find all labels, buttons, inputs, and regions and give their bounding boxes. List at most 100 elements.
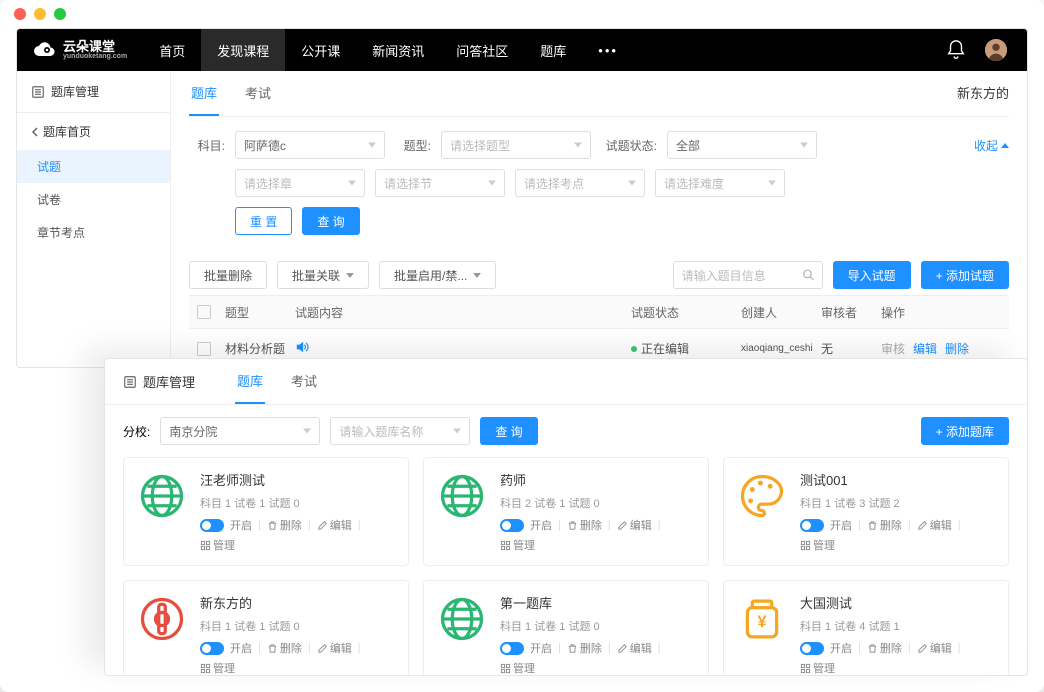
action-edit[interactable]: 编辑 bbox=[913, 340, 937, 357]
nav-news[interactable]: 新闻资讯 bbox=[356, 29, 440, 71]
card-meta: 科目 2 试卷 1 试题 0 bbox=[500, 495, 696, 511]
card-meta: 科目 1 试卷 1 试题 0 bbox=[200, 495, 396, 511]
app2-tab-exam[interactable]: 考试 bbox=[289, 359, 319, 404]
op-open[interactable]: 开启 bbox=[530, 517, 552, 533]
nav-home[interactable]: 首页 bbox=[143, 29, 201, 71]
search-input[interactable]: 请输入题目信息 bbox=[673, 261, 823, 289]
sidebar-back-label: 题库首页 bbox=[43, 123, 91, 140]
nav-more-icon[interactable]: ••• bbox=[582, 43, 634, 58]
op-open[interactable]: 开启 bbox=[830, 640, 852, 656]
branch-select[interactable]: 南京分院 bbox=[160, 417, 320, 445]
main-panel: 题库 考试 新东方的 科目: 阿萨德c 题型: 请选择题型 试题状态: 全部 收… bbox=[171, 71, 1027, 367]
nav-qa-community[interactable]: 问答社区 bbox=[440, 29, 524, 71]
op-edit[interactable]: 编辑 bbox=[917, 640, 952, 656]
type-select[interactable]: 请选择题型 bbox=[441, 131, 591, 159]
import-button[interactable]: 导入试题 bbox=[833, 261, 911, 289]
card-meta: 科目 1 试卷 4 试题 1 bbox=[800, 618, 996, 634]
op-manage[interactable]: 管理 bbox=[200, 660, 235, 676]
batch-link-button[interactable]: 批量关联 bbox=[277, 261, 369, 289]
row-creator: xiaoqiang_ceshi bbox=[741, 343, 821, 354]
bank-card[interactable]: 汪老师测试 科目 1 试卷 1 试题 0 开启| 删除| 编辑| 管理 bbox=[123, 457, 409, 566]
status-select[interactable]: 全部 bbox=[667, 131, 817, 159]
nav-question-bank[interactable]: 题库 bbox=[524, 29, 582, 71]
avatar[interactable] bbox=[985, 39, 1007, 61]
op-delete[interactable]: 删除 bbox=[267, 640, 302, 656]
bank-card[interactable]: 大国测试 科目 1 试卷 4 试题 1 开启| 删除| 编辑| 管理 bbox=[723, 580, 1009, 676]
maximize-icon[interactable] bbox=[54, 8, 66, 20]
row-type: 材料分析题 bbox=[225, 340, 295, 357]
nav-discover-courses[interactable]: 发现课程 bbox=[201, 29, 285, 71]
subject-select[interactable]: 阿萨德c bbox=[235, 131, 385, 159]
op-open[interactable]: 开启 bbox=[230, 517, 252, 533]
op-edit[interactable]: 编辑 bbox=[317, 517, 352, 533]
op-manage[interactable]: 管理 bbox=[800, 537, 835, 553]
logo[interactable]: 云朵课堂yunduoketang.com bbox=[17, 38, 143, 62]
toggle-switch[interactable] bbox=[800, 642, 824, 655]
op-open[interactable]: 开启 bbox=[230, 640, 252, 656]
sidebar-item-chapters[interactable]: 章节考点 bbox=[17, 216, 170, 249]
row-checkbox[interactable] bbox=[197, 342, 211, 356]
op-open[interactable]: 开启 bbox=[830, 517, 852, 533]
nav-open-courses[interactable]: 公开课 bbox=[285, 29, 356, 71]
close-icon[interactable] bbox=[14, 8, 26, 20]
batch-toggle-button[interactable]: 批量启用/禁... bbox=[379, 261, 496, 289]
tab-exam[interactable]: 考试 bbox=[243, 71, 273, 116]
sound-icon bbox=[295, 340, 309, 354]
difficulty-select[interactable]: 请选择难度 bbox=[655, 169, 785, 197]
tab-bank[interactable]: 题库 bbox=[189, 71, 219, 116]
add-bank-button[interactable]: + 添加题库 bbox=[921, 417, 1009, 445]
chapter-select[interactable]: 请选择章 bbox=[235, 169, 365, 197]
collapse-link[interactable]: 收起 bbox=[974, 137, 1009, 154]
bank-name-input[interactable]: 请输入题库名称 bbox=[330, 417, 470, 445]
toggle-switch[interactable] bbox=[800, 519, 824, 532]
op-edit[interactable]: 编辑 bbox=[617, 640, 652, 656]
op-manage[interactable]: 管理 bbox=[200, 537, 235, 553]
action-review[interactable]: 审核 bbox=[881, 340, 905, 357]
sidebar-back[interactable]: 题库首页 bbox=[17, 113, 170, 150]
section-select[interactable]: 请选择节 bbox=[375, 169, 505, 197]
app2-tab-bank[interactable]: 题库 bbox=[235, 359, 265, 404]
op-delete[interactable]: 删除 bbox=[267, 517, 302, 533]
op-delete[interactable]: 删除 bbox=[567, 640, 602, 656]
action-delete[interactable]: 删除 bbox=[945, 340, 969, 357]
select-all-checkbox[interactable] bbox=[197, 305, 211, 319]
bell-icon[interactable] bbox=[945, 39, 967, 61]
op-delete[interactable]: 删除 bbox=[867, 517, 902, 533]
globe-icon bbox=[136, 470, 188, 522]
point-select[interactable]: 请选择考点 bbox=[515, 169, 645, 197]
op-open[interactable]: 开启 bbox=[530, 640, 552, 656]
toggle-switch[interactable] bbox=[200, 519, 224, 532]
toggle-switch[interactable] bbox=[200, 642, 224, 655]
sidebar-item-questions[interactable]: 试题 bbox=[17, 150, 170, 183]
bank-card[interactable]: 新东方的 科目 1 试卷 1 试题 0 开启| 删除| 编辑| 管理 bbox=[123, 580, 409, 676]
search-icon bbox=[802, 269, 815, 282]
app2-query-button[interactable]: 查 询 bbox=[480, 417, 537, 445]
edit-icon bbox=[617, 643, 628, 654]
op-edit[interactable]: 编辑 bbox=[317, 640, 352, 656]
op-manage[interactable]: 管理 bbox=[500, 537, 535, 553]
op-edit[interactable]: 编辑 bbox=[617, 517, 652, 533]
query-button[interactable]: 查 询 bbox=[302, 207, 359, 235]
sidebar-item-papers[interactable]: 试卷 bbox=[17, 183, 170, 216]
add-question-button[interactable]: + 添加试题 bbox=[921, 261, 1009, 289]
op-delete[interactable]: 删除 bbox=[867, 640, 902, 656]
sidebar: 题库管理 题库首页 试题 试卷 章节考点 bbox=[17, 71, 171, 367]
op-manage[interactable]: 管理 bbox=[500, 660, 535, 676]
toggle-switch[interactable] bbox=[500, 519, 524, 532]
op-manage[interactable]: 管理 bbox=[800, 660, 835, 676]
bank-card[interactable]: 药师 科目 2 试卷 1 试题 0 开启| 删除| 编辑| 管理 bbox=[423, 457, 709, 566]
op-delete[interactable]: 删除 bbox=[567, 517, 602, 533]
bank-card[interactable]: 测试001 科目 1 试卷 3 试题 2 开启| 删除| 编辑| 管理 bbox=[723, 457, 1009, 566]
filters: 科目: 阿萨德c 题型: 请选择题型 试题状态: 全部 收起 请选择章 请选择节… bbox=[189, 117, 1009, 255]
sidebar-title-text: 题库管理 bbox=[51, 83, 99, 100]
toggle-switch[interactable] bbox=[500, 642, 524, 655]
minimize-icon[interactable] bbox=[34, 8, 46, 20]
top-navbar: 云朵课堂yunduoketang.com 首页 发现课程 公开课 新闻资讯 问答… bbox=[17, 29, 1027, 71]
reset-button[interactable]: 重 置 bbox=[235, 207, 292, 235]
chevron-left-icon bbox=[31, 127, 39, 137]
globe-icon bbox=[436, 593, 488, 645]
op-edit[interactable]: 编辑 bbox=[917, 517, 952, 533]
app2-header: 题库管理 题库 考试 bbox=[105, 359, 1027, 405]
bank-card[interactable]: 第一题库 科目 1 试卷 1 试题 0 开启| 删除| 编辑| 管理 bbox=[423, 580, 709, 676]
batch-delete-button[interactable]: 批量删除 bbox=[189, 261, 267, 289]
